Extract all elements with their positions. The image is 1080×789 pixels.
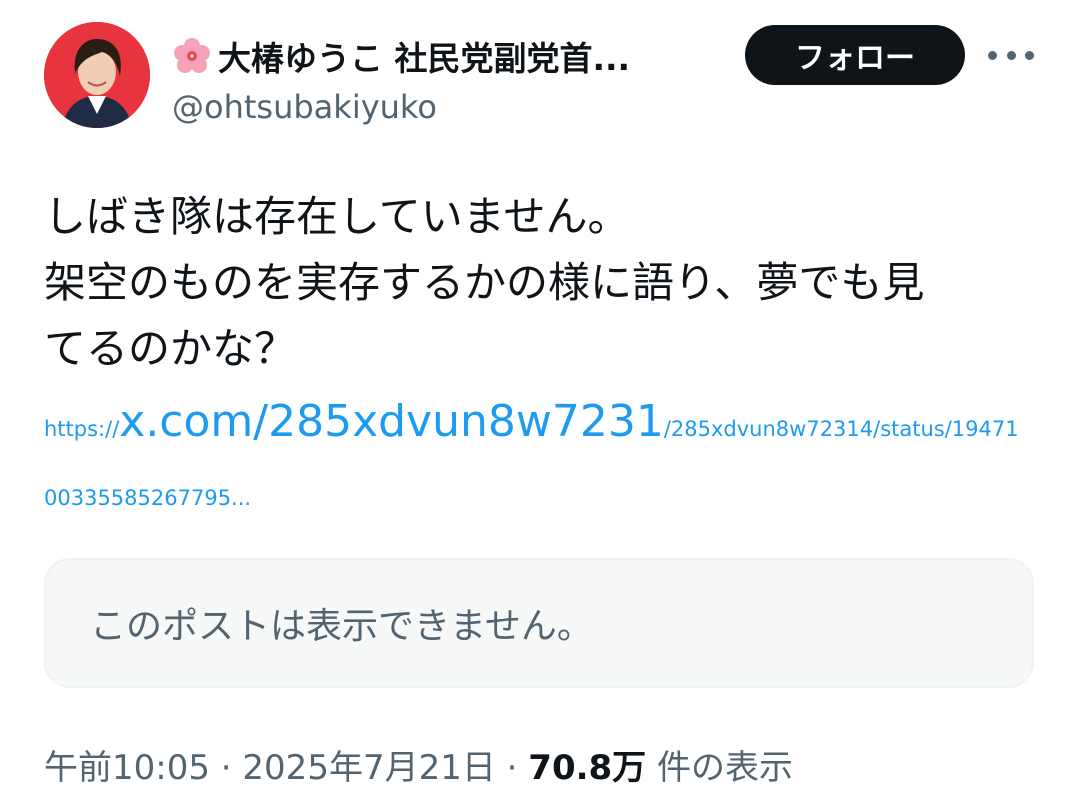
- views-label: 件の表示: [646, 748, 793, 788]
- quote-unavailable-text: このポストは表示できません。: [90, 606, 593, 647]
- link-continuation[interactable]: 00335585267795...: [44, 486, 251, 510]
- avatar[interactable]: [44, 22, 150, 128]
- author-display-name[interactable]: 大椿ゆうこ 社民党副党首...: [218, 32, 630, 80]
- tweet-link[interactable]: https:// x.com/285xdvun8w7231 /285xdvun8…: [44, 396, 1019, 447]
- tweet-line: しばき隊は存在していません。: [44, 192, 630, 241]
- meta-separator: ·: [495, 748, 529, 788]
- more-dot: [988, 50, 997, 60]
- post-metadata: 午前10:05 · 2025年7月21日 · 70.8万 件の表示: [44, 740, 793, 789]
- link-rest[interactable]: /285xdvun8w72314/status/19471: [664, 417, 1019, 441]
- author-handle[interactable]: @ohtsubakiyuko: [172, 88, 437, 126]
- profile-photo-icon: [44, 22, 150, 128]
- link-main[interactable]: x.com/285xdvun8w7231: [119, 396, 664, 447]
- author-name-row[interactable]: 大椿ゆうこ 社民党副党首...: [172, 30, 630, 82]
- post-date[interactable]: 2025年7月21日: [242, 748, 495, 788]
- meta-separator: ·: [209, 748, 243, 788]
- views-count[interactable]: 70.8万: [528, 748, 646, 788]
- more-dot: [1025, 50, 1034, 60]
- tweet-line: 架空のものを実存するかの様に語り、夢でも見: [44, 258, 925, 307]
- quote-post-card[interactable]: このポストは表示できません。: [44, 558, 1034, 688]
- more-horizontal-icon[interactable]: [988, 40, 1034, 70]
- tweet-line: てるのかな？: [44, 324, 297, 373]
- more-dot: [1006, 50, 1016, 60]
- post-time[interactable]: 午前10:05: [44, 748, 210, 788]
- hibiscus-icon: [174, 38, 210, 73]
- link-prefix[interactable]: https://: [44, 417, 119, 441]
- tweet-text: しばき隊は存在していません。 架空のものを実存するかの様に語り、夢でも見 てるの…: [44, 184, 1044, 382]
- follow-button[interactable]: フォロー: [745, 25, 965, 85]
